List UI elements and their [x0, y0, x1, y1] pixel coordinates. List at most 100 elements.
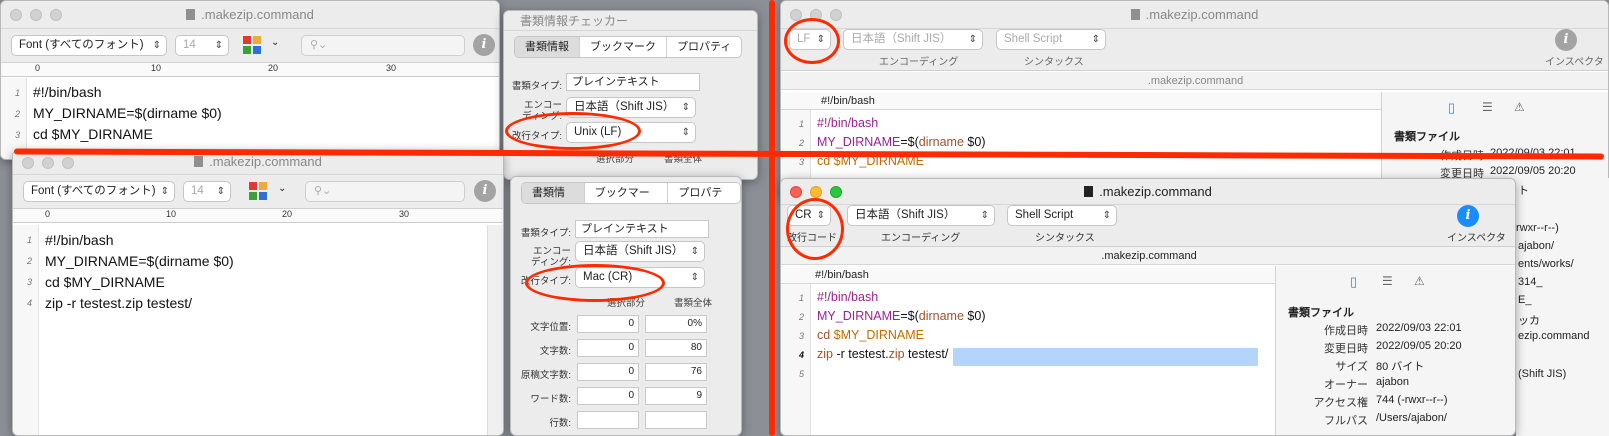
line-number-gutter: 1 2 3 4 5 — [781, 284, 811, 435]
line-number: 4 — [26, 298, 32, 308]
syntax-popup[interactable]: Shell Script — [996, 29, 1106, 50]
modified-value: 2022/09/05 20:20 — [1376, 340, 1462, 352]
ruler-tick: 0 — [45, 209, 51, 219]
inspector-caption: インスペクタ — [1447, 233, 1506, 244]
stat-selection: 0 — [577, 315, 639, 333]
close-button[interactable] — [790, 186, 802, 198]
document-tab-bar[interactable]: .makezip.command — [781, 72, 1608, 90]
tab-properties[interactable]: プロパティ — [668, 183, 740, 203]
stat-whole — [645, 411, 707, 429]
path-value: /Users/ajabon/ — [1376, 412, 1447, 424]
zoom-button[interactable] — [830, 9, 842, 21]
code-line: cd $MY_DIRNAME — [33, 126, 153, 142]
vertical-scrollbar[interactable] — [487, 225, 503, 435]
tab-document-info[interactable]: 書類情報 — [522, 183, 585, 203]
ruler-tick: 20 — [282, 209, 293, 219]
zoom-button[interactable] — [62, 157, 74, 169]
font-popup[interactable]: Font (すべてのフォント) — [11, 35, 167, 56]
pane-heading: 書類ファイル — [1394, 131, 1460, 143]
size-value: 80 バイト — [1376, 361, 1425, 373]
close-button[interactable] — [22, 157, 34, 169]
modified-value: 2022/09/05 20:20 — [1490, 165, 1576, 177]
right-bottom-window: .makezip.command CR 改行コード 日本語（Shift JIS）… — [780, 178, 1516, 436]
color-palette-icon[interactable] — [241, 34, 263, 56]
syntax-popup[interactable]: Shell Script — [1007, 205, 1117, 226]
ruler-tick: 10 — [151, 63, 162, 73]
stat-label: 行数: — [549, 418, 571, 429]
document-checker-bottom: 書類情報 ブックマーク プロパティ 書類タイプ: プレインテキスト エンコー デ… — [510, 176, 742, 436]
search-field[interactable]: ⚲⌄ — [305, 181, 465, 202]
outline-nav-bar[interactable]: #!/bin/bash — [781, 266, 1275, 284]
overflow-text: (Shift JIS) — [1518, 368, 1567, 380]
zoom-button[interactable] — [830, 186, 842, 198]
color-palette-icon[interactable] — [247, 180, 269, 202]
chevron-down-icon[interactable]: ⌄ — [271, 37, 279, 48]
text-selection — [953, 348, 1258, 366]
line-number: 1 — [26, 235, 32, 245]
document-tab-bar[interactable]: .makezip.command — [781, 247, 1515, 265]
code-line: MY_DIRNAME=$(dirname $0) — [33, 105, 222, 121]
code-line: zip -r testest.zip testest/ — [817, 347, 949, 361]
checker-tabs: 書類情報 ブックマーク プロパティ — [514, 36, 743, 58]
created-value: 2022/09/03 22:01 — [1376, 322, 1462, 334]
tab-bookmarks[interactable]: ブックマーク — [585, 183, 669, 203]
info-icon[interactable]: i — [474, 180, 496, 202]
document-icon[interactable]: ▯ — [1350, 274, 1357, 290]
path-label: フルパス — [1324, 415, 1368, 427]
minimize-button[interactable] — [810, 186, 822, 198]
close-button[interactable] — [10, 9, 22, 21]
doc-type-field: プレインテキスト — [566, 73, 700, 91]
zoom-button[interactable] — [50, 9, 62, 21]
right-top-window: .makezip.command LF 日本語（Shift JIS） Shell… — [780, 0, 1609, 200]
info-icon[interactable]: i — [473, 34, 495, 56]
minimize-button[interactable] — [42, 157, 54, 169]
font-popup[interactable]: Font (すべてのフォント) — [23, 181, 175, 202]
text-editor[interactable]: 1 2 3 #!/bin/bash MY_DIRNAME=$(dirname $… — [1, 78, 499, 159]
search-field[interactable]: ⚲⌄ — [301, 35, 465, 56]
outline-menu[interactable]: #!/bin/bash — [815, 266, 869, 284]
window-title: .makezip.command — [1099, 184, 1212, 199]
encoding-popup[interactable]: 日本語（Shift JIS） — [847, 205, 995, 226]
window-title: .makezip.command — [209, 154, 322, 169]
line-number: 2 — [26, 256, 32, 266]
column-whole: 書類全体 — [674, 298, 713, 309]
tab-bookmarks[interactable]: ブックマーク — [580, 37, 667, 57]
pane-heading: 書類ファイル — [1288, 307, 1354, 319]
inspector-icon[interactable]: i — [1457, 205, 1479, 227]
doc-type-label: 書類タイプ: — [511, 81, 562, 92]
ruler-tick: 30 — [386, 63, 397, 73]
chevron-down-icon[interactable]: ⌄ — [278, 183, 286, 194]
encoding-popup[interactable]: 日本語（Shift JIS） — [843, 29, 983, 50]
outline-icon[interactable]: ☰ — [1482, 100, 1493, 114]
encoding-caption: エンコーディング — [881, 233, 961, 244]
tab-properties[interactable]: プロパティ — [667, 37, 741, 57]
stat-whole: 0% — [645, 315, 707, 333]
encoding-popup[interactable]: 日本語（Shift JIS） — [575, 241, 705, 262]
warning-icon[interactable]: ⚠ — [1414, 274, 1425, 288]
font-size-popup[interactable]: 14 — [175, 35, 229, 56]
ruler-tick: 10 — [166, 209, 177, 219]
toolbar: Font (すべてのフォント) 14 ⌄ ⚲⌄ i — [1, 29, 499, 63]
outline-menu[interactable]: #!/bin/bash — [821, 92, 875, 110]
annotation-vertical-line — [769, 0, 775, 436]
annotation-circle-cr-toolbar — [786, 198, 844, 260]
outline-nav-bar[interactable]: #!/bin/bash — [781, 92, 1381, 110]
minimize-button[interactable] — [30, 9, 42, 21]
document-icon[interactable]: ▯ — [1448, 100, 1455, 116]
permissions-label: アクセス権 — [1313, 397, 1368, 409]
window-title: .makezip.command — [201, 7, 314, 22]
title-bar: .makezip.command — [781, 179, 1515, 205]
text-editor[interactable]: 1 2 3 4 #!/bin/bash MY_DIRNAME=$(dirname… — [13, 225, 489, 435]
code-editor[interactable]: 1 2 3 4 5 #!/bin/bash MY_DIRNAME=$(dirna… — [781, 284, 1275, 435]
warning-icon[interactable]: ⚠ — [1514, 100, 1525, 114]
created-label: 作成日時 — [1324, 325, 1368, 337]
overflow-text: 314_ — [1518, 276, 1543, 288]
line-number: 3 — [798, 331, 804, 341]
ruler-tick: 30 — [399, 209, 410, 219]
line-number: 2 — [798, 138, 804, 148]
outline-icon[interactable]: ☰ — [1382, 274, 1393, 288]
stat-label: ワード数: — [530, 394, 571, 405]
font-size-popup[interactable]: 14 — [183, 181, 231, 202]
inspector-icon[interactable]: i — [1555, 29, 1577, 51]
tab-document-info[interactable]: 書類情報 — [515, 37, 580, 57]
